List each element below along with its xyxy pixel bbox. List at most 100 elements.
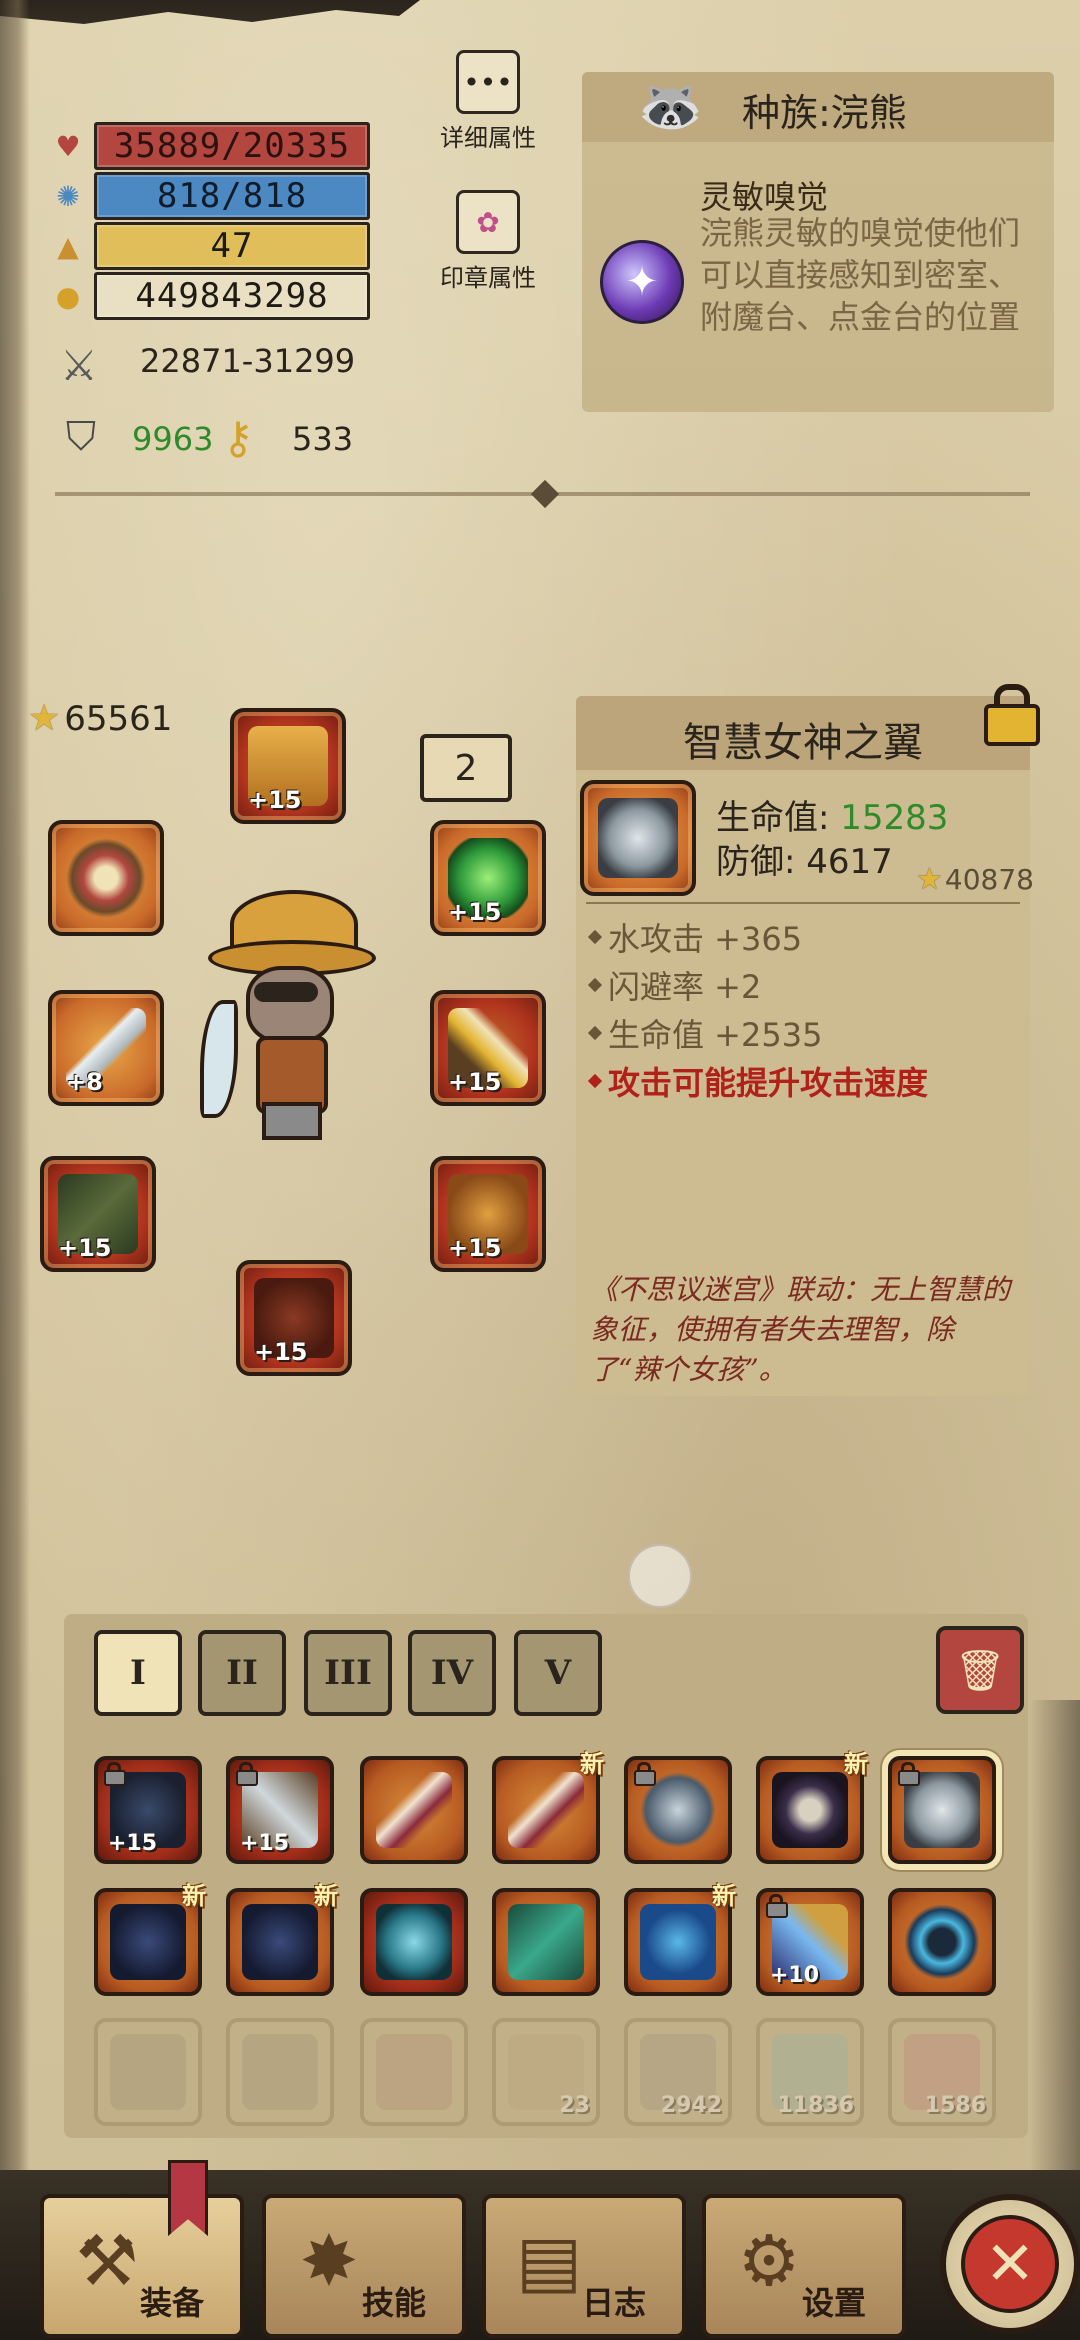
bonus-text: 闪避率 +2 [608,968,762,1006]
inventory-item[interactable]: 2942 [624,2018,732,2126]
boots-level: +15 [448,1234,502,1262]
seal-attributes-button[interactable]: ✿ 印章属性 [428,190,548,293]
tab-page-5[interactable]: V [514,1630,602,1716]
close-icon: ✕ [961,2215,1059,2313]
inventory-item[interactable] [360,1756,468,1864]
item-level: +10 [770,1963,820,1988]
inventory-item[interactable]: +15 [94,1756,202,1864]
nav-settings-button[interactable]: ⚙ 设置 [702,2194,906,2338]
item-count: 2942 [660,2093,722,2118]
wings-icon [598,798,678,878]
journal-icon: ▤ [515,2220,583,2302]
offhand-level: +15 [448,1068,502,1096]
inventory-item[interactable] [888,1888,996,1996]
inventory-item[interactable] [624,1756,732,1864]
seal-attributes-label: 印章属性 [440,264,536,292]
item-hp-line: 生命值: 15283 [716,790,948,839]
defense-value: 9963 [132,420,214,458]
item-score: ★ 40878 [916,862,1034,897]
race-panel: 🦝 种族:浣熊 ✦ 灵敏嗅觉 浣熊灵敏的嗅觉使他们可以直接感知到密室、附魔台、点… [582,72,1054,412]
nav-log-button[interactable]: ▤ 日志 [482,2194,686,2338]
bullet-icon [587,977,603,993]
socket-count[interactable]: 2 [420,734,512,802]
bonus-line: 生命值 +2535 [587,1010,823,1056]
star-icon: ★ [28,698,61,739]
curved-dagger-icon [376,1772,452,1848]
close-button[interactable]: ✕ [940,2194,1080,2334]
item-level: +15 [240,1831,290,1856]
item-def-value: 4617 [806,842,893,882]
shield-icon: ⛉ [66,414,96,460]
dark-armor-icon [110,1904,186,1980]
inventory-item[interactable]: 1586 [888,2018,996,2126]
inventory-item[interactable]: 新 [756,1750,868,1864]
helmet-slot[interactable]: +15 [230,708,346,824]
claw-gauntlet-icon [508,1904,584,1980]
helmet-level: +15 [248,786,302,814]
skill-description: 浣熊灵敏的嗅觉使他们可以直接感知到密室、附魔台、点金台的位置 [700,214,1021,336]
hero-legs [262,1102,322,1140]
scent-skill-icon[interactable]: ✦ [600,240,684,324]
tab-page-2[interactable]: II [198,1630,286,1716]
divider-ornament [530,479,560,509]
mana-icon: ✺ [56,179,80,213]
gloves-slot[interactable]: +15 [40,1156,156,1272]
key-icon: ⚷ [221,412,255,464]
tab-page-3[interactable]: III [304,1630,392,1716]
ring-slot[interactable] [48,820,164,936]
detail-attributes-button[interactable]: ••• 详细属性 [428,50,548,153]
lock-icon [104,1762,126,1786]
teal-armor-icon [640,1904,716,1980]
nav-settings-label: 设置 [802,2284,867,2322]
keys-value: 533 [292,420,354,458]
level-row: ▲ 47 [50,222,370,270]
hero-raccoon-character [200,890,376,1140]
new-badge: 新 [580,1750,604,1778]
nav-equip-button[interactable]: ⚒ 装备 [40,2194,244,2338]
inventory-item[interactable]: +10 [756,1888,864,1996]
hero-face [246,966,334,1044]
inventory-item[interactable]: 11836 [756,2018,864,2126]
inventory-item[interactable]: 新 [94,1882,206,1996]
boots-slot[interactable]: +15 [430,1156,546,1272]
trash-icon[interactable]: 🗑 [936,1626,1024,1714]
new-badge: 新 [182,1882,206,1910]
mp-bar: 818/818 [94,172,370,220]
tab-page-4[interactable]: IV [408,1630,496,1716]
inventory-item[interactable]: 新 [492,1750,604,1864]
hero-blade [200,1000,238,1118]
axe-icon: ⚒ [75,2220,139,2302]
bonus-text: 生命值 +2535 [608,1016,823,1054]
weapon-slot[interactable]: +8 [48,990,164,1106]
hp-bar: 35889/20335 [94,122,370,170]
star-icon: ★ [916,862,943,897]
inventory-item[interactable]: 23 [492,2018,600,2126]
lock-icon [898,1762,920,1786]
bonus-text: 水攻击 +365 [608,920,803,958]
inventory-item[interactable]: 新 [624,1882,736,1996]
tab-page-1[interactable]: I [94,1630,182,1716]
nav-skills-button[interactable]: ✸ 技能 [262,2194,466,2338]
lock-body [984,704,1040,746]
inventory-item[interactable]: 新 [226,1882,338,1996]
crossed-swords-icon: ⚔ [60,340,98,390]
seal-flower-icon: ✿ [456,190,520,254]
inventory-item[interactable] [492,1888,600,1996]
inventory-item-selected[interactable] [888,1756,996,1864]
item-lore-text: 《不思议迷宫》联动：无上智慧的象征，使拥有者失去理智，除了“辣个女孩”。 [590,1273,1011,1386]
armor-slot[interactable]: +15 [236,1260,352,1376]
level-triangle-icon: ▲ [57,229,79,263]
lock-icon[interactable] [984,684,1040,746]
item-hp-value: 15283 [840,798,949,838]
inventory-item[interactable] [360,2018,468,2126]
floating-assist-button[interactable] [628,1544,692,1608]
offhand-slot[interactable]: +15 [430,990,546,1106]
inventory-item[interactable] [360,1888,468,1996]
inventory-item[interactable] [94,2018,202,2126]
item-def-label: 防御: [716,842,796,882]
ellipsis-icon: ••• [456,50,520,114]
inventory-item[interactable] [226,2018,334,2126]
ring-icon [66,838,146,918]
amulet-slot[interactable]: +15 [430,820,546,936]
inventory-item[interactable]: +15 [226,1756,334,1864]
